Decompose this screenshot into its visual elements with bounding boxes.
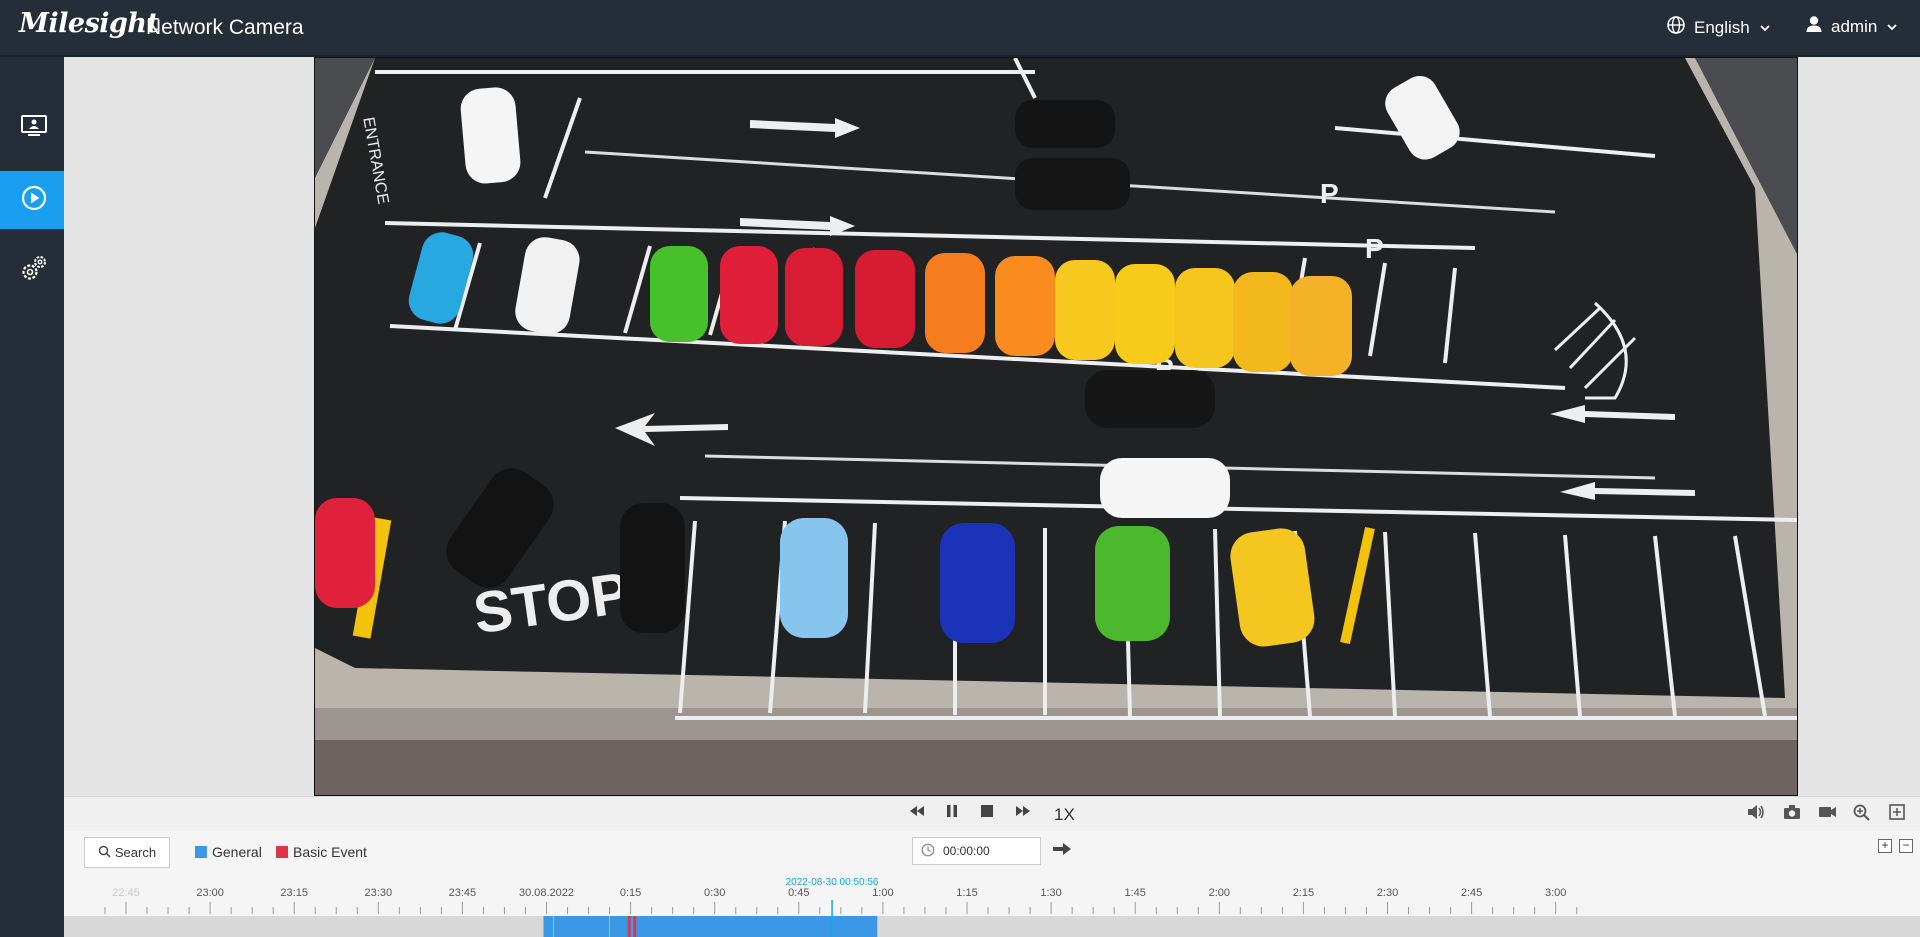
chevron-down-icon	[1887, 20, 1897, 34]
timeline-tick-label: 3:00	[1545, 887, 1566, 899]
stop-icon	[979, 803, 995, 824]
timeline-zoom-in-button[interactable]: +	[1878, 839, 1892, 853]
pause-button[interactable]	[944, 803, 960, 824]
video-camera-icon	[1817, 803, 1837, 826]
play-circle-icon	[20, 184, 48, 217]
general-swatch	[195, 846, 207, 858]
rewind-icon	[908, 803, 926, 824]
pause-icon	[944, 803, 960, 824]
search-icon	[98, 845, 111, 861]
timeline-tick-label: 1:30	[1040, 887, 1061, 899]
legend-basic-event: Basic Event	[276, 844, 367, 860]
timeline-tick-label: 30.08.2022	[519, 887, 574, 899]
speaker-icon	[1746, 803, 1766, 826]
camera-icon	[1782, 803, 1802, 826]
user-label: admin	[1831, 16, 1878, 36]
recording-segment[interactable]	[543, 916, 878, 937]
search-button[interactable]: Search	[84, 837, 170, 868]
stop-button[interactable]	[979, 803, 995, 824]
timeline-tick-label: 22:45	[112, 887, 140, 899]
fast-forward-button[interactable]	[1014, 803, 1032, 824]
time-input[interactable]: 00:00:00	[912, 837, 1041, 865]
monitor-icon	[20, 114, 48, 143]
go-to-time-button[interactable]	[1052, 842, 1072, 861]
sidebar-item-playback[interactable]	[0, 171, 67, 229]
svg-text:P: P	[1320, 178, 1339, 209]
timeline-tick-label: 0:30	[704, 887, 725, 899]
user-menu[interactable]: admin	[1805, 15, 1897, 38]
fast-forward-icon	[1014, 803, 1032, 824]
snapshot-button[interactable]	[1782, 803, 1802, 826]
timeline-track[interactable]	[64, 916, 1920, 937]
legend-general-label: General	[212, 844, 262, 860]
timeline-tick-label: 23:00	[196, 887, 224, 899]
magnifier-plus-icon	[1852, 803, 1872, 826]
language-selector[interactable]: English	[1666, 15, 1770, 40]
timeline-tick-label: 0:15	[620, 887, 641, 899]
gear-icon	[19, 253, 49, 288]
basic-event-swatch	[276, 846, 288, 858]
playback-speed[interactable]: 1X	[1054, 805, 1075, 825]
search-label: Search	[114, 845, 157, 860]
sidebar	[0, 57, 67, 937]
fullscreen-icon	[1888, 803, 1906, 826]
timeline-tick-label: 1:15	[956, 887, 977, 899]
timeline-tick-label: 0:45	[788, 887, 809, 899]
rewind-button[interactable]	[908, 803, 926, 824]
legend-general: General	[195, 844, 262, 860]
timeline-ruler[interactable]: 22:45 23:00 23:15 23:30 23:45 30.08.2022 0:15 0…	[64, 876, 1920, 937]
timeline-tick-label: 2:00	[1209, 887, 1230, 899]
sidebar-item-live-view[interactable]	[0, 99, 67, 157]
timeline-tick-label: 2:30	[1377, 887, 1398, 899]
timeline-zoom-out-button[interactable]: −	[1899, 839, 1913, 853]
volume-button[interactable]	[1746, 803, 1766, 826]
timeline-tick-label: 23:30	[365, 887, 393, 899]
globe-icon	[1666, 15, 1686, 40]
arrow-right-icon	[1052, 843, 1072, 860]
header-bar: Milesight Network Camera English admin	[0, 0, 1920, 57]
timeline-tick-label: 1:45	[1124, 887, 1145, 899]
fullscreen-button[interactable]	[1888, 803, 1906, 826]
event-mark[interactable]	[633, 916, 637, 937]
record-button[interactable]	[1817, 803, 1837, 826]
clock-icon	[921, 843, 935, 860]
playback-controls: 1X	[64, 796, 1920, 831]
timeline-tick-label: 23:45	[449, 887, 477, 899]
timeline-tick-label: 23:15	[280, 887, 308, 899]
timeline-tick-label: 1:00	[872, 887, 893, 899]
timeline-panel: Search General Basic Event 00:00:00 + − …	[64, 831, 1920, 937]
event-mark[interactable]	[627, 916, 631, 937]
timeline-tick-label: 2:15	[1293, 887, 1314, 899]
video-frame[interactable]: P P P P STOP ENTRANCE	[314, 57, 1798, 796]
playhead-time-label: 2022-08-30 00:50:56	[786, 877, 879, 888]
language-label: English	[1694, 17, 1750, 37]
camera-image: P P P P STOP ENTRANCE	[315, 58, 1797, 795]
sidebar-item-settings[interactable]	[0, 241, 67, 299]
svg-text:P: P	[1365, 233, 1384, 264]
user-icon	[1805, 15, 1823, 38]
legend-basic-event-label: Basic Event	[293, 844, 367, 860]
product-name: Network Camera	[137, 16, 304, 40]
time-input-value: 00:00:00	[943, 844, 990, 858]
zoom-in-button[interactable]	[1852, 803, 1872, 826]
timeline-tick-label: 2:45	[1461, 887, 1482, 899]
playback-area: P P P P STOP ENTRANCE	[64, 57, 1920, 796]
chevron-down-icon	[1760, 21, 1770, 35]
